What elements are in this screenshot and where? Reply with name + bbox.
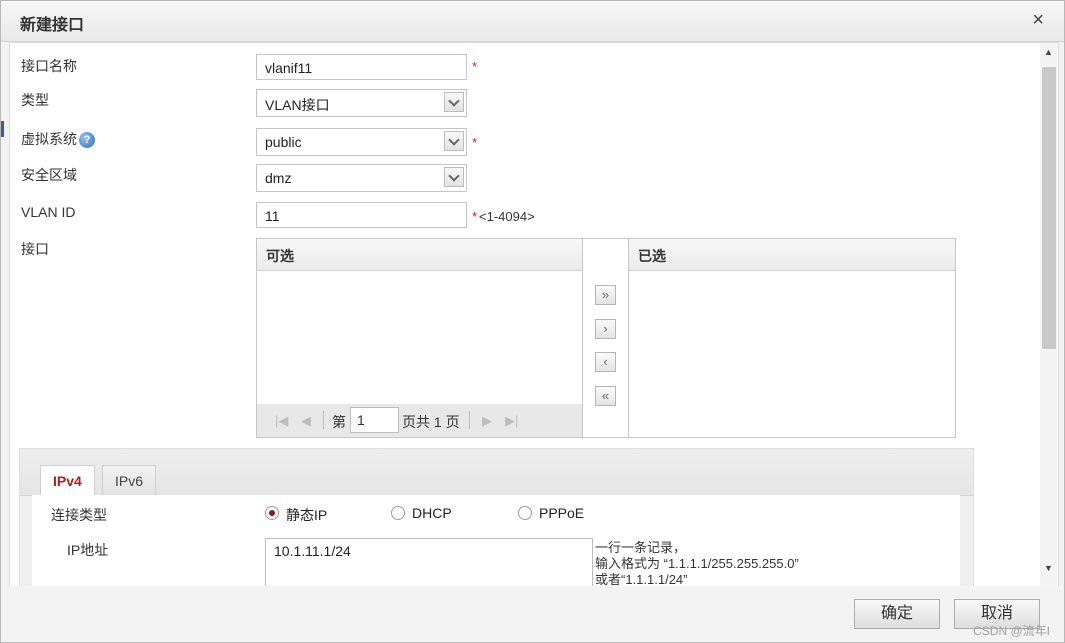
pager-prefix: 第: [332, 414, 346, 430]
ipv4-tab-content: 连接类型 静态IP DHCP PPPoE IP地址 10.1.11.1/24 一…: [32, 495, 960, 587]
selected-list-title: 已选: [629, 239, 955, 271]
ok-button[interactable]: 确定: [854, 599, 940, 629]
type-select-value: VLAN接口: [265, 97, 330, 113]
connection-type-label: 连接类型: [51, 507, 107, 523]
page-input[interactable]: 1: [350, 407, 399, 433]
scroll-thumb[interactable]: [1042, 67, 1056, 349]
pager-divider: [323, 411, 324, 429]
ip-tabstrip: IPv4 IPv6: [20, 449, 973, 496]
vlan-id-label: VLAN ID: [21, 204, 76, 220]
radio-pppoe[interactable]: [518, 506, 532, 520]
radio-dhcp[interactable]: [391, 506, 405, 520]
next-page-icon[interactable]: ▶: [482, 413, 492, 429]
ip-address-textarea[interactable]: 10.1.11.1/24: [265, 538, 593, 586]
prev-page-icon[interactable]: ◀: [301, 413, 311, 429]
move-right-button[interactable]: ›: [595, 319, 616, 339]
vlan-id-input[interactable]: 11: [256, 202, 467, 228]
ip-config-panel: IPv4 IPv6 连接类型 静态IP DHCP PPPoE IP地址 10.1…: [19, 448, 974, 587]
type-select[interactable]: VLAN接口: [256, 89, 467, 117]
required-mark: *: [472, 209, 478, 224]
interface-name-input[interactable]: vlanif11: [256, 54, 467, 80]
close-icon[interactable]: ×: [1032, 9, 1044, 32]
pager-suffix: 页共 1 页: [402, 414, 460, 430]
move-left-button[interactable]: ‹: [595, 352, 616, 372]
dialog-titlebar[interactable]: 新建接口 ×: [1, 1, 1064, 42]
zone-label: 安全区域: [21, 167, 77, 183]
hint-line: 或者“1.1.1.1/24”: [595, 572, 688, 587]
pager: |◀ ◀ 第 1 页共 1 页 ▶ ▶|: [257, 404, 582, 437]
type-label: 类型: [21, 92, 49, 108]
dialog-footer: 确定 取消 CSDN @流年I: [1, 586, 1064, 642]
vsys-label: 虚拟系统?: [21, 129, 95, 149]
scroll-up-icon[interactable]: ▲: [1044, 47, 1053, 57]
move-all-left-button[interactable]: «: [595, 386, 616, 406]
dialog-title: 新建接口: [20, 17, 85, 34]
available-list[interactable]: 可选 |◀ ◀ 第 1 页共 1 页 ▶ ▶|: [256, 238, 583, 438]
interface-label: 接口: [21, 241, 49, 257]
vsys-label-text: 虚拟系统: [21, 131, 77, 147]
watermark: CSDN @流年I: [973, 624, 1050, 638]
radio-static-ip-label[interactable]: 静态IP: [286, 505, 327, 525]
chevron-down-icon[interactable]: [444, 131, 464, 151]
left-edge-mark: [1, 121, 4, 137]
radio-pppoe-label[interactable]: PPPoE: [539, 505, 584, 521]
ip-address-label: IP地址: [67, 542, 109, 558]
tab-ipv4[interactable]: IPv4: [40, 465, 95, 496]
dialog-content: 接口名称 vlanif11 * 类型 VLAN接口 虚拟系统? public *…: [9, 42, 1059, 587]
chevron-down-icon[interactable]: [444, 92, 464, 112]
hint-line: 一行一条记录，: [595, 540, 687, 555]
ip-format-hint: 一行一条记录， 输入格式为 “1.1.1.1/255.255.255.0” 或者…: [595, 540, 799, 587]
hint-line: 输入格式为 “1.1.1.1/255.255.255.0”: [595, 556, 799, 571]
pager-divider: [469, 411, 470, 429]
transfer-controls: » › ‹ «: [583, 238, 629, 438]
new-interface-dialog: 新建接口 × 接口名称 vlanif11 * 类型 VLAN接口 虚拟系统? p…: [0, 0, 1065, 643]
vsys-select-value: public: [265, 134, 302, 150]
zone-select-value: dmz: [265, 170, 292, 186]
available-list-title: 可选: [257, 239, 582, 271]
first-page-icon[interactable]: |◀: [275, 413, 288, 429]
radio-static-ip[interactable]: [265, 506, 279, 520]
zone-select[interactable]: dmz: [256, 164, 467, 192]
scroll-down-icon[interactable]: ▼: [1044, 563, 1053, 573]
help-icon[interactable]: ?: [79, 132, 95, 149]
vsys-select[interactable]: public: [256, 128, 467, 156]
required-mark: *: [472, 59, 478, 74]
tab-ipv6[interactable]: IPv6: [102, 465, 157, 495]
radio-dhcp-label[interactable]: DHCP: [412, 505, 452, 521]
selected-list[interactable]: 已选: [628, 238, 956, 438]
required-mark: *: [472, 135, 478, 150]
last-page-icon[interactable]: ▶|: [505, 413, 518, 429]
move-all-right-button[interactable]: »: [595, 285, 616, 305]
name-label: 接口名称: [21, 58, 77, 74]
chevron-down-icon[interactable]: [444, 167, 464, 187]
vertical-scrollbar[interactable]: ▲ ▼: [1040, 43, 1057, 586]
vlan-range-hint: <1-4094>: [479, 209, 535, 224]
